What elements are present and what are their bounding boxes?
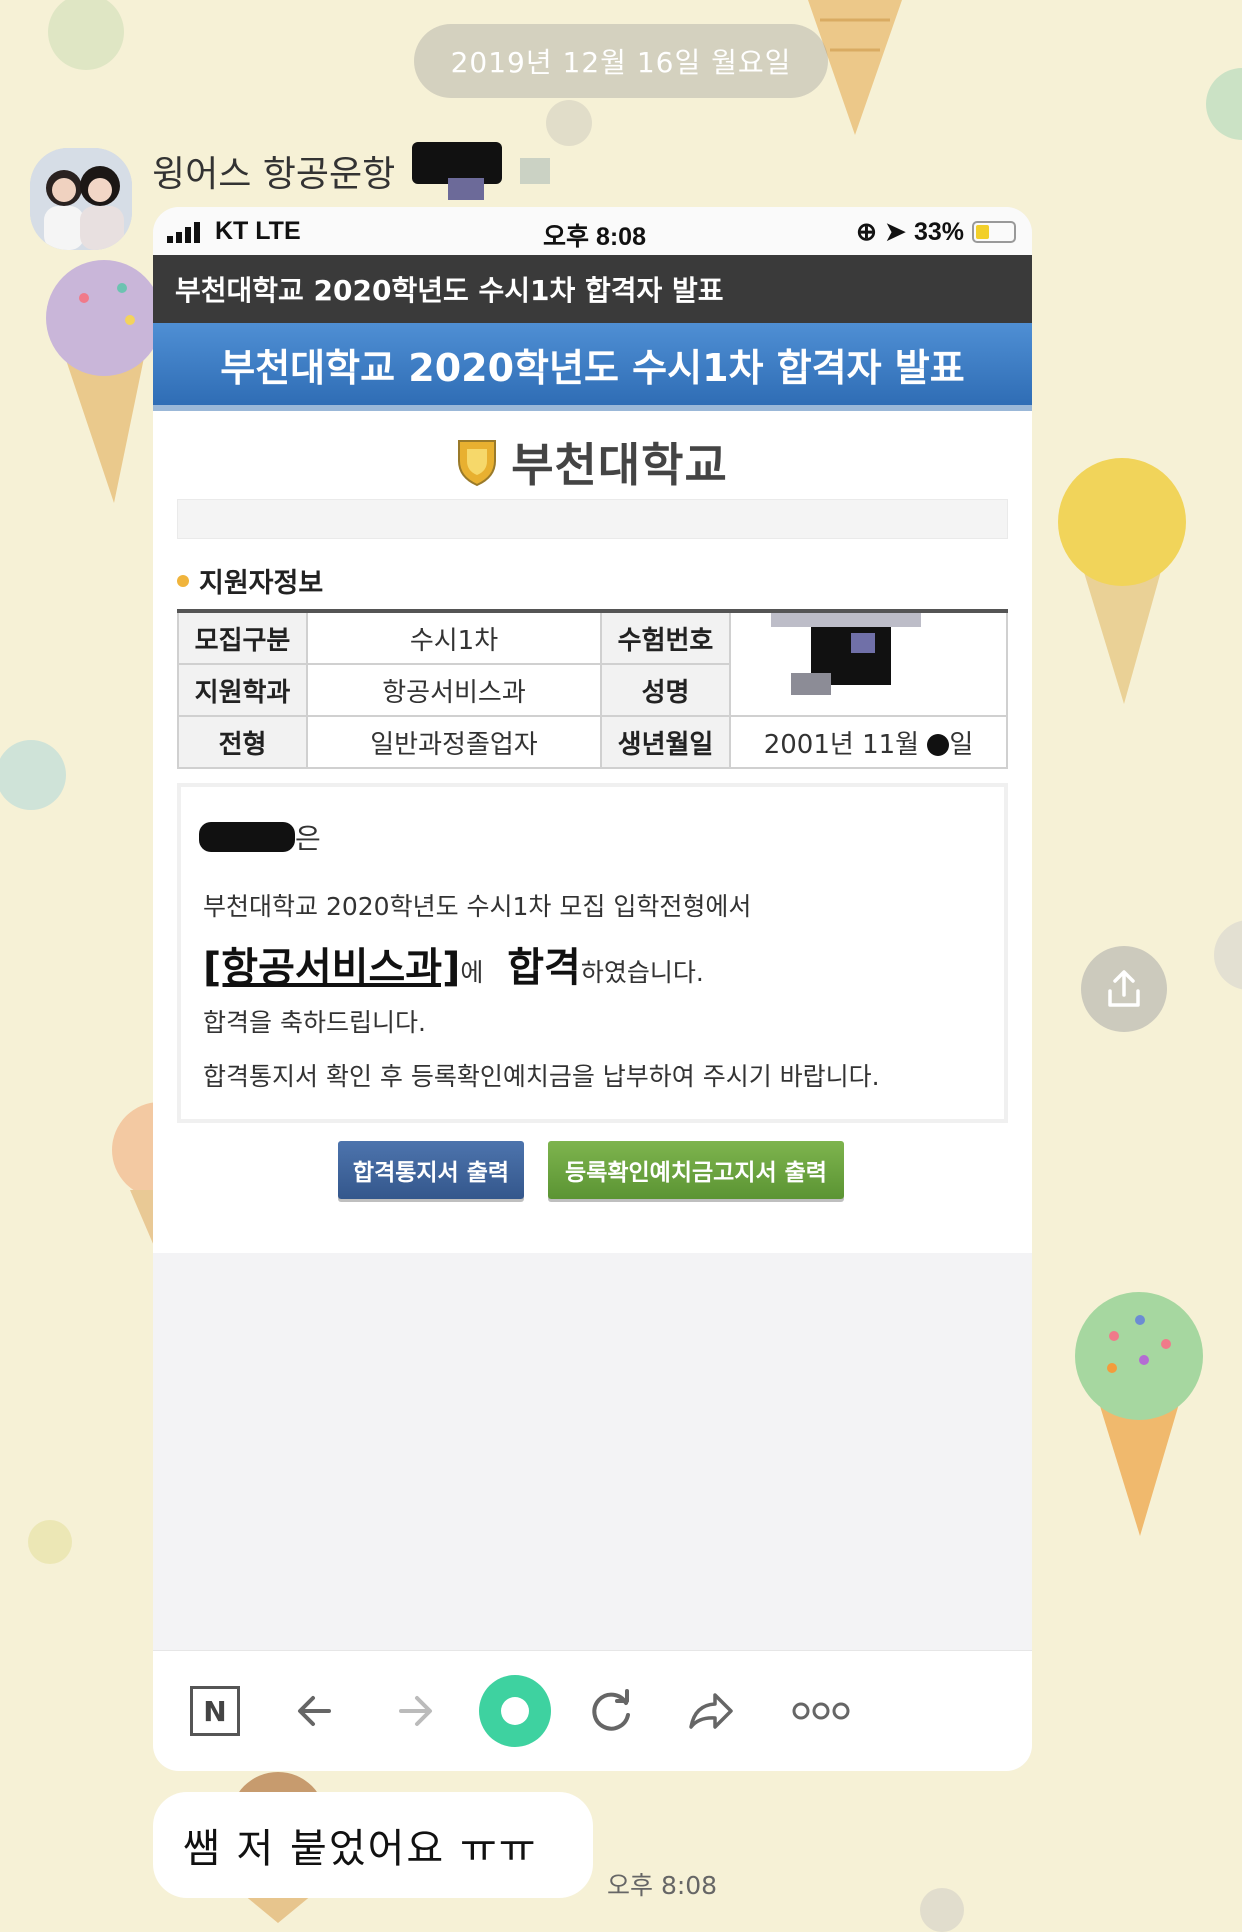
result-pass-line: [항공서비스과]에 합격하였습니다.	[203, 935, 704, 993]
share-icon	[1108, 970, 1140, 1007]
censor-mark	[791, 673, 831, 695]
forward-arrow-icon[interactable]	[385, 1681, 445, 1741]
sender-name: 윙어스 항공운항	[152, 154, 396, 195]
applicant-info-table: 모집구분 수시1차 수험번호 지원학과 항공서비스과 성명 전형 일반과정졸업자…	[177, 609, 1008, 769]
department-name: [항공서비스과]	[203, 945, 461, 991]
wallpaper-dot	[1214, 920, 1242, 990]
print-deposit-button[interactable]: 등록확인예치금고지서 출력	[548, 1141, 844, 1199]
status-bar: KT LTE 오후 8:08 ⊕ ➤ 33%	[153, 207, 1032, 255]
sender-avatar[interactable]	[30, 148, 132, 250]
wallpaper-dot	[1206, 68, 1242, 140]
censor-mark	[771, 613, 921, 627]
orientation-lock-icon: ⊕	[856, 218, 877, 246]
pass-word: 합격	[507, 945, 581, 991]
table-header-cell: 수험번호	[600, 610, 731, 665]
congrats-text: 합격을 축하드립니다.	[203, 1008, 426, 1037]
avatar-photo	[30, 148, 132, 250]
censor-mark	[199, 822, 295, 852]
wallpaper-dot	[28, 1520, 72, 1564]
birthdate-day-suffix: 일	[949, 729, 974, 760]
university-logo-text: 부천대학교	[511, 438, 728, 492]
table-cell: 수시1차	[306, 610, 602, 665]
message-bubble[interactable]: 쌤 저 붙었어요 ㅠㅠ	[153, 1792, 593, 1898]
table-header-cell: 전형	[177, 715, 308, 769]
table-header-cell: 모집구분	[177, 610, 308, 665]
back-arrow-icon[interactable]	[285, 1681, 345, 1741]
censor-mark	[927, 734, 950, 756]
naver-home-icon[interactable]: N	[185, 1681, 245, 1741]
birthdate-text: 2001년 11월	[763, 729, 928, 760]
result-page: 부천대학교 지원자정보 모집구분 수시1차 수험번호 지원학과 항공서비스과 성…	[153, 411, 1032, 1253]
battery-icon	[972, 221, 1016, 243]
result-line-1: 부천대학교 2020학년도 수시1차 모집 입학전형에서	[203, 892, 752, 921]
dept-particle: 에	[460, 958, 484, 987]
redacted-cell	[729, 610, 1008, 717]
browser-toolbar: N	[153, 1650, 1032, 1771]
table-row: 모집구분 수시1차 수험번호	[177, 610, 1008, 717]
result-box: 은 부천대학교 2020학년도 수시1차 모집 입학전형에서 [항공서비스과]에…	[177, 783, 1008, 1123]
divider-bar	[177, 499, 1008, 539]
battery-level	[976, 225, 990, 239]
status-time: 오후 8:08	[543, 223, 646, 251]
birthdate-cell: 2001년 11월 일	[729, 715, 1008, 769]
table-header-cell: 생년월일	[600, 715, 731, 769]
table-header-cell: 성명	[600, 663, 731, 717]
date-separator: 2019년 12월 16일 월요일	[414, 24, 828, 98]
university-emblem-icon	[458, 440, 497, 487]
deposit-notice-text: 합격통지서 확인 후 등록확인예치금을 납부하여 주시기 바랍니다.	[203, 1062, 880, 1091]
ice-cream-decoration	[1058, 458, 1186, 704]
table-row: 전형 일반과정졸업자 생년월일 2001년 11월 일	[177, 715, 1008, 769]
signal-icon	[167, 222, 200, 243]
wallpaper-dot	[0, 740, 66, 810]
table-header-cell: 지원학과	[177, 663, 308, 717]
censor-mark	[851, 633, 875, 653]
pass-tail: 하였습니다.	[580, 958, 704, 987]
ice-cream-decoration	[46, 260, 162, 503]
page-title-bar: 부천대학교 2020학년도 수시1차 합격자 발표	[153, 255, 1032, 323]
naver-label: N	[190, 1686, 240, 1736]
wallpaper-dot	[920, 1888, 964, 1932]
table-cell: 항공서비스과	[306, 663, 602, 717]
banner-title: 부천대학교 2020학년도 수시1차 합격자 발표	[153, 323, 1032, 411]
wallpaper-dot	[546, 100, 592, 146]
ice-cream-decoration	[1075, 1292, 1203, 1536]
refresh-icon[interactable]	[581, 1681, 641, 1741]
share-arrow-icon[interactable]	[681, 1681, 741, 1741]
location-arrow-icon: ➤	[885, 218, 906, 246]
bullet-icon	[177, 574, 189, 587]
share-screenshot-button[interactable]	[1081, 946, 1167, 1032]
shared-screenshot[interactable]: KT LTE 오후 8:08 ⊕ ➤ 33% 부천대학교 2020학년도 수시1…	[153, 207, 1032, 1771]
print-notice-button[interactable]: 합격통지서 출력	[338, 1141, 524, 1199]
censor-mark	[520, 158, 550, 184]
battery-percent: 33%	[913, 217, 964, 246]
section-title-label: 지원자정보	[199, 568, 324, 599]
name-suffix: 은	[295, 822, 321, 855]
table-cell: 일반과정졸업자	[306, 715, 602, 769]
wallpaper-dot	[48, 0, 124, 70]
more-icon[interactable]	[781, 1681, 861, 1741]
message-time: 오후 8:08	[607, 1871, 718, 1900]
censor-mark	[448, 178, 484, 200]
section-title: 지원자정보	[177, 561, 323, 600]
carrier-label: KT LTE	[215, 217, 301, 245]
naver-green-dot-icon[interactable]	[475, 1671, 555, 1751]
applicant-name-line: 은	[199, 817, 321, 857]
